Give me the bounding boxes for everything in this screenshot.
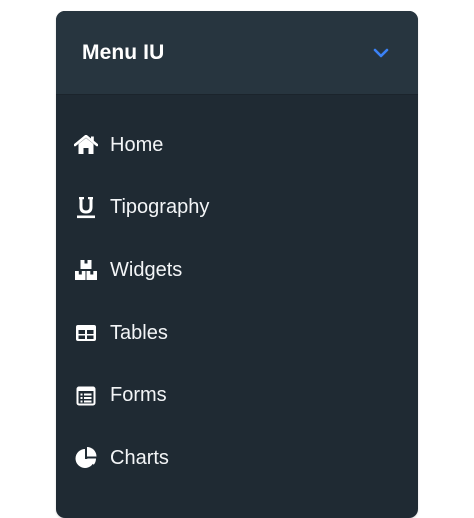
menu-item-tables[interactable]: Tables <box>56 302 418 365</box>
menu-item-widgets[interactable]: Widgets <box>56 239 418 302</box>
table-icon <box>73 320 99 346</box>
home-icon <box>73 132 99 158</box>
menu-item-label: Charts <box>110 446 169 469</box>
menu-item-tipography[interactable]: Tipography <box>56 177 418 240</box>
menu-item-label: Widgets <box>110 258 183 281</box>
menu-item-forms[interactable]: Forms <box>56 364 418 427</box>
menu-item-label: Tables <box>110 321 168 344</box>
underline-icon <box>73 195 99 221</box>
widgets-icon <box>73 257 99 283</box>
menu-item-label: Home <box>110 133 164 156</box>
sidebar-menu: Menu IU Home Tipography Widgets Tables F… <box>56 11 418 518</box>
menu-list: Home Tipography Widgets Tables Forms Cha… <box>56 95 418 490</box>
menu-item-charts[interactable]: Charts <box>56 427 418 490</box>
menu-title: Menu IU <box>82 40 165 64</box>
chevron-down-icon[interactable] <box>372 44 390 62</box>
menu-item-home[interactable]: Home <box>56 114 418 177</box>
pie-chart-icon <box>73 445 99 471</box>
menu-header[interactable]: Menu IU <box>56 11 418 95</box>
form-icon <box>73 383 99 409</box>
menu-item-label: Forms <box>110 384 167 407</box>
menu-item-label: Tipography <box>110 196 210 219</box>
